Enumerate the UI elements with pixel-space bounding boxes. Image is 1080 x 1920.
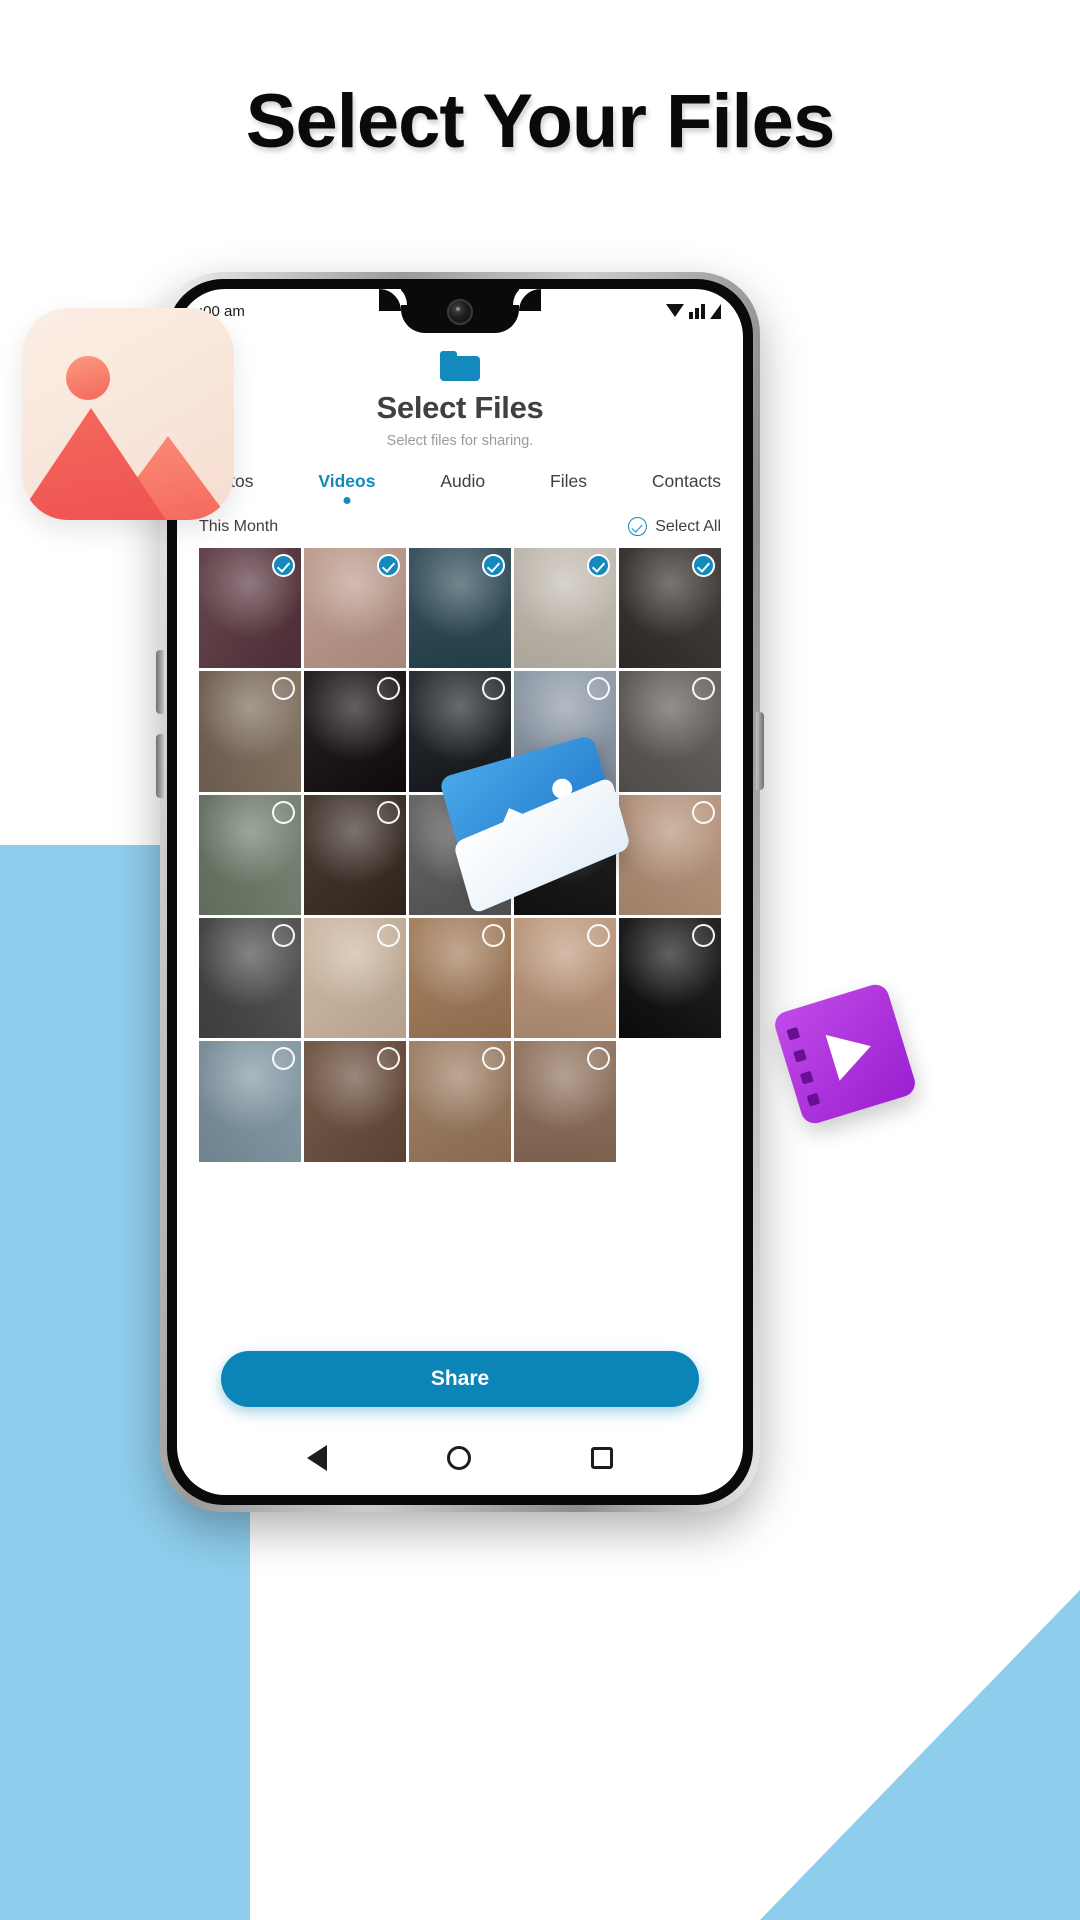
film-strip-play-icon [771,981,919,1127]
share-button[interactable]: Share [221,1351,699,1407]
phone-screen: :00 am Select Files Select files for sha… [177,289,743,1495]
media-grid-item[interactable] [304,1041,406,1162]
media-grid-item[interactable] [409,548,511,669]
battery-signal-icon [710,303,721,319]
recents-square-icon[interactable] [591,1447,613,1469]
select-all-button[interactable]: Select All [628,517,721,536]
media-grid-item[interactable] [304,671,406,792]
media-grid-item[interactable] [199,671,301,792]
checkbox-unchecked-icon[interactable] [692,924,715,948]
checkbox-checked-icon[interactable] [692,554,715,577]
tab-videos[interactable]: Videos [318,471,375,504]
front-camera-icon [447,299,473,325]
media-grid-item[interactable] [514,548,616,669]
media-grid-item[interactable] [409,1041,511,1162]
back-triangle-icon[interactable] [307,1445,327,1471]
folder-icon [440,351,480,381]
checkbox-unchecked-icon[interactable] [377,800,400,824]
media-grid-item[interactable] [304,918,406,1039]
checkbox-unchecked-icon[interactable] [692,800,715,824]
section-label: This Month [199,517,279,535]
checkbox-checked-icon[interactable] [482,554,505,577]
checkbox-unchecked-icon[interactable] [377,924,400,948]
checkbox-checked-icon[interactable] [272,554,295,577]
media-grid-item[interactable] [304,794,406,916]
media-grid-item[interactable] [199,918,301,1039]
signal-icon [689,303,705,319]
media-grid-item[interactable] [619,548,721,669]
share-button-container: Share [177,1351,743,1407]
select-all-label: Select All [655,517,721,535]
media-grid-item[interactable] [619,918,721,1039]
media-grid-item[interactable] [304,548,406,669]
media-grid-item[interactable] [199,548,301,669]
notch [379,289,541,333]
power-button[interactable] [756,712,764,790]
status-icon-group [666,303,721,319]
app-subtitle: Select files for sharing. [386,433,534,449]
app-title: Select Files [376,390,544,425]
check-circle-icon [628,517,648,536]
volume-down-button[interactable] [156,734,164,798]
checkbox-checked-icon[interactable] [377,554,400,577]
home-circle-icon[interactable] [447,1446,471,1470]
android-nav-bar [177,1421,743,1495]
checkbox-unchecked-icon[interactable] [272,924,295,948]
checkbox-unchecked-icon[interactable] [272,800,295,824]
volume-up-button[interactable] [156,650,164,714]
checkbox-unchecked-icon[interactable] [482,924,505,948]
tab-bar: Photos Videos Audio Files Contacts [177,449,743,504]
checkbox-unchecked-icon[interactable] [587,924,610,948]
phone-bezel: :00 am Select Files Select files for sha… [167,279,753,1505]
checkbox-checked-icon[interactable] [587,554,610,577]
media-grid-item[interactable] [514,1041,616,1162]
page-title: Select Your Files [245,79,835,164]
tab-contacts[interactable]: Contacts [652,471,721,504]
background-shape-right-corner [760,1590,1080,1920]
media-grid-item[interactable] [409,918,511,1039]
media-grid-item[interactable] [514,918,616,1039]
wifi-icon [666,303,684,317]
media-grid-item[interactable] [199,794,301,916]
phone-mockup: :00 am Select Files Select files for sha… [156,272,764,1512]
section-header-row: This Month Select All [177,504,743,548]
tab-files[interactable]: Files [550,471,587,504]
media-grid-item[interactable] [199,1041,301,1162]
image-placeholder-icon [22,308,234,520]
media-grid-item[interactable] [619,794,721,916]
tab-audio[interactable]: Audio [440,471,485,504]
media-grid-item[interactable] [619,671,721,792]
